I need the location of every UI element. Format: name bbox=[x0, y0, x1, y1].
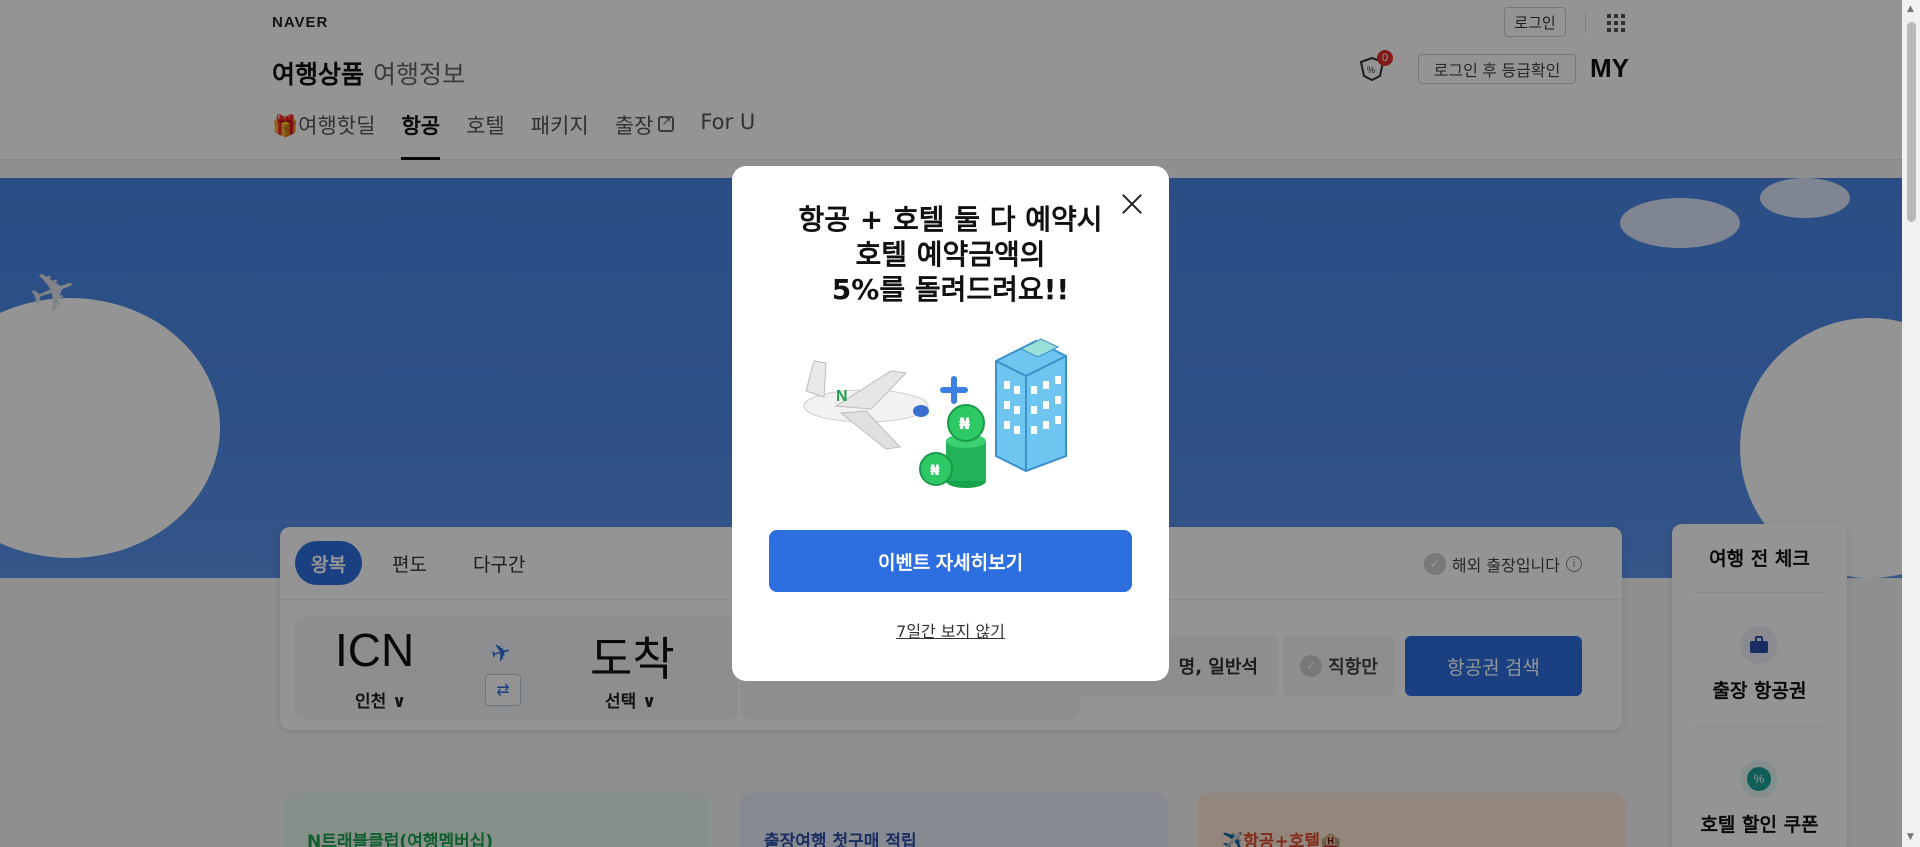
popup-title-line: 호텔 예약금액의 bbox=[855, 238, 1046, 271]
page-scrollbar[interactable]: ▲ ▼ bbox=[1902, 0, 1920, 847]
coin-stack-icon: ₦ ₦ bbox=[919, 404, 986, 488]
scroll-down-arrow-icon[interactable]: ▼ bbox=[1907, 832, 1914, 842]
scroll-thumb[interactable] bbox=[1907, 22, 1916, 222]
travel-page: NAVER 여행상품 여행정보 로그인 % 0 로그인 후 등급확인 MY 🎁여… bbox=[0, 0, 1902, 847]
scroll-up-arrow-icon[interactable]: ▲ bbox=[1907, 4, 1914, 14]
hide-for-7-days-link[interactable]: 7일간 보지 않기 bbox=[732, 618, 1169, 642]
svg-text:₦: ₦ bbox=[959, 414, 970, 433]
airplane-illustration: N bbox=[803, 360, 929, 450]
event-popup: 항공 + 호텔 둘 다 예약시 호텔 예약금액의 5%를 돌려드려요!! N ₦… bbox=[732, 166, 1169, 681]
popup-title: 항공 + 호텔 둘 다 예약시 호텔 예약금액의 5%를 돌려드려요!! bbox=[732, 202, 1169, 307]
plane-plus-hotel-illustration: N ₦ ₦ bbox=[803, 338, 1067, 488]
popup-title-line: 5%를 돌려드려요!! bbox=[831, 273, 1070, 306]
hotel-building-icon bbox=[995, 338, 1067, 473]
popup-title-line: 항공 + 호텔 둘 다 예약시 bbox=[798, 203, 1103, 236]
plus-icon bbox=[940, 376, 968, 404]
event-details-button[interactable]: 이벤트 자세히보기 bbox=[769, 530, 1132, 592]
svg-text:N: N bbox=[836, 388, 848, 405]
svg-text:₦: ₦ bbox=[930, 463, 940, 479]
